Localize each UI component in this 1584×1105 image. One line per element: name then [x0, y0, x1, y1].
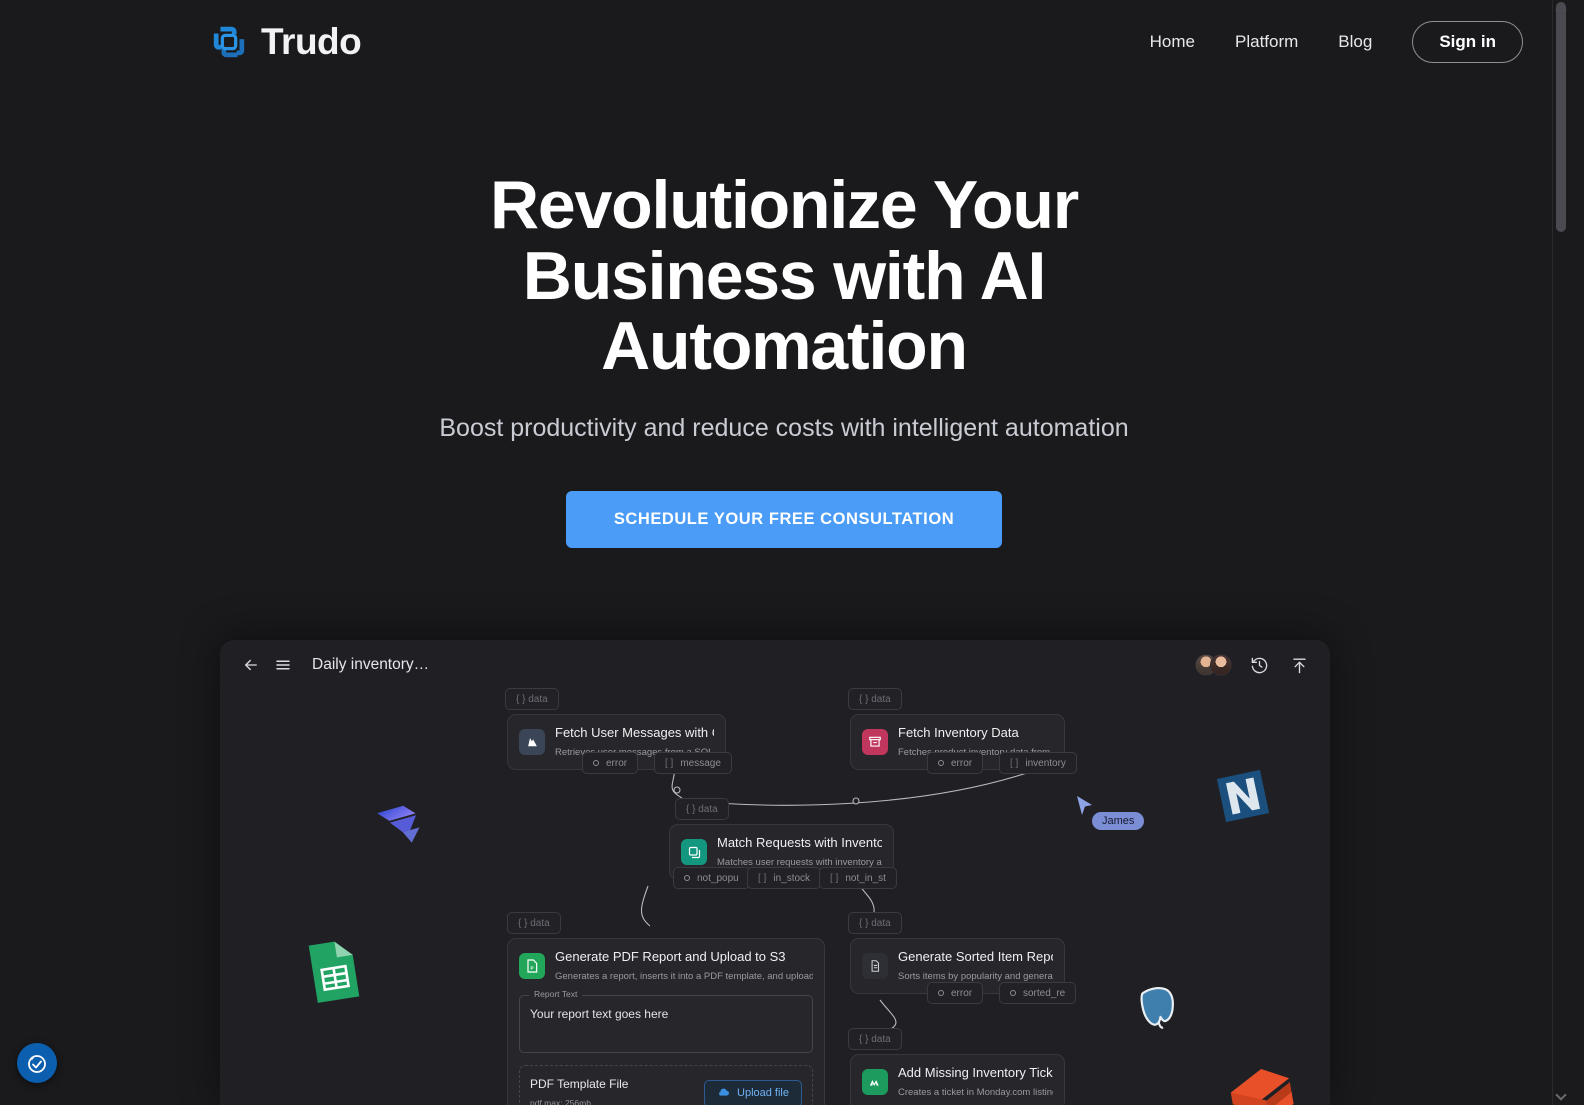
firebase-icon: [519, 729, 545, 755]
port-input-data[interactable]: { } data: [675, 798, 729, 820]
node-title: Generate Sorted Item Report: [898, 949, 1053, 964]
history-clock-icon[interactable]: [1246, 652, 1272, 678]
pdf-template-upload-row: PDF Template File pdf max: 256mb Upload …: [519, 1065, 813, 1105]
collaborator-name-label: James: [1092, 812, 1145, 830]
port-output-in-stock[interactable]: [ ] in_stock: [747, 867, 822, 889]
publish-upload-icon[interactable]: [1286, 652, 1312, 678]
pdf-icon: P: [519, 953, 545, 979]
port-output-inventory[interactable]: [ ] inventory: [999, 752, 1077, 774]
postgresql-logo-icon: [1132, 982, 1186, 1037]
port-output-sorted-report[interactable]: sorted_re: [999, 982, 1077, 1004]
upload-file-label: Upload file: [737, 1087, 789, 1099]
brand-name: Trudo: [261, 21, 362, 62]
sign-in-button[interactable]: Sign in: [1412, 21, 1523, 63]
avatar: [1210, 654, 1232, 676]
port-input-data[interactable]: { } data: [507, 912, 561, 934]
svg-text:P: P: [530, 965, 533, 970]
hero-subtitle: Boost productivity and reduce costs with…: [439, 414, 1129, 443]
cloud-upload-icon: [719, 1088, 729, 1096]
node-header: P Generate PDF Report and Upload to S3 G…: [519, 948, 813, 984]
node-title: Add Missing Inventory Ticket: [898, 1065, 1053, 1080]
trudo-logo-icon: [210, 23, 248, 61]
nav-link-home[interactable]: Home: [1130, 24, 1215, 60]
report-text-field[interactable]: Report Text Your report text goes here: [519, 989, 813, 1053]
workflow-title[interactable]: Daily inventory…: [312, 656, 429, 674]
port-output-error[interactable]: error: [582, 752, 639, 774]
inventory-box-icon: [862, 729, 888, 755]
port-input-data[interactable]: { } data: [848, 1028, 902, 1050]
port-input-data[interactable]: { } data: [505, 688, 559, 710]
pdf-template-label: PDF Template File: [530, 1077, 629, 1091]
page-scrollbar[interactable]: [1552, 0, 1568, 1105]
match-layers-icon: [681, 839, 707, 865]
nav-link-blog[interactable]: Blog: [1318, 24, 1392, 60]
port-output-not-popular[interactable]: not_popu: [673, 867, 750, 889]
collaborator-avatars[interactable]: [1195, 654, 1232, 676]
port-input-data[interactable]: { } data: [848, 688, 902, 710]
node-desc: Creates a ticket in Monday.com listing…: [898, 1087, 1053, 1098]
port-output-error[interactable]: error: [927, 752, 984, 774]
accessibility-check-icon: [28, 1055, 46, 1073]
report-text-label: Report Text: [529, 989, 583, 999]
node-graph: { } data Fetch User Messages with Cre Re…: [220, 688, 1330, 1105]
schedule-consultation-button[interactable]: SCHEDULE YOUR FREE CONSULTATION: [565, 491, 1003, 549]
accessibility-widget-button[interactable]: [17, 1043, 57, 1083]
hero-section: Revolutionize Your Business with AI Auto…: [0, 167, 1568, 549]
page-title: Revolutionize Your Business with AI Auto…: [490, 167, 1079, 385]
node-text: Generate Sorted Item Report Sorts items …: [898, 948, 1053, 984]
node-desc: Sorts items by popularity and generates…: [898, 971, 1053, 982]
google-sheets-logo-icon: [305, 938, 363, 1009]
pdf-max-size-hint: pdf max: 256mb: [530, 1098, 591, 1105]
scroll-down-icon[interactable]: [1555, 1089, 1567, 1101]
node-text: Add Missing Inventory Ticket Creates a t…: [898, 1064, 1053, 1100]
port-output-message[interactable]: [ ] message: [654, 752, 732, 774]
port-output-not-in-stock[interactable]: [ ] not_in_st: [819, 867, 897, 889]
cta-container: SCHEDULE YOUR FREE CONSULTATION: [0, 491, 1568, 549]
upload-file-button[interactable]: Upload file: [704, 1079, 802, 1105]
port-output-error[interactable]: error: [927, 982, 984, 1004]
landing-page: Trudo Home Platform Blog Sign in Revolut…: [0, 0, 1568, 1105]
document-report-icon: [862, 953, 888, 979]
hamburger-menu-icon[interactable]: [270, 652, 296, 678]
primary-nav: Home Platform Blog Sign in: [1130, 21, 1523, 63]
brand-logo[interactable]: Trudo: [210, 21, 362, 63]
site-header: Trudo Home Platform Blog Sign in: [0, 0, 1568, 84]
upload-labels: PDF Template File pdf max: 256mb: [530, 1075, 628, 1105]
toolbar-right-group: [1195, 652, 1312, 678]
report-text-value: Your report text goes here: [530, 1007, 669, 1021]
aws-s3-logo-icon: [1220, 1050, 1316, 1105]
node-text: Match Requests with Inventory Matches us…: [717, 834, 882, 870]
netsuite-logo-icon: [1215, 768, 1271, 829]
port-input-data[interactable]: { } data: [848, 912, 902, 934]
monday-icon: [862, 1069, 888, 1095]
node-text: Generate PDF Report and Upload to S3 Gen…: [555, 948, 813, 984]
node-title: Generate PDF Report and Upload to S3: [555, 949, 786, 964]
canvas-toolbar: Daily inventory…: [220, 640, 1330, 690]
node-title: Match Requests with Inventory: [717, 835, 882, 850]
scrollbar-thumb[interactable]: [1556, 2, 1566, 232]
back-arrow-icon[interactable]: [238, 652, 264, 678]
node-desc: Generates a report, inserts it into a PD…: [555, 971, 813, 982]
node-add-missing-inventory-ticket[interactable]: Add Missing Inventory Ticket Creates a t…: [850, 1054, 1065, 1105]
nav-link-platform[interactable]: Platform: [1215, 24, 1318, 60]
jira-logo-icon: [372, 795, 434, 862]
node-title: Fetch Inventory Data: [898, 725, 1019, 740]
node-title: Fetch User Messages with Cre: [555, 725, 714, 740]
workflow-canvas-preview: Daily inventory… {} data Fetch User Mes…: [220, 640, 1330, 1105]
node-generate-pdf-report[interactable]: P Generate PDF Report and Upload to S3 G…: [507, 938, 825, 1105]
